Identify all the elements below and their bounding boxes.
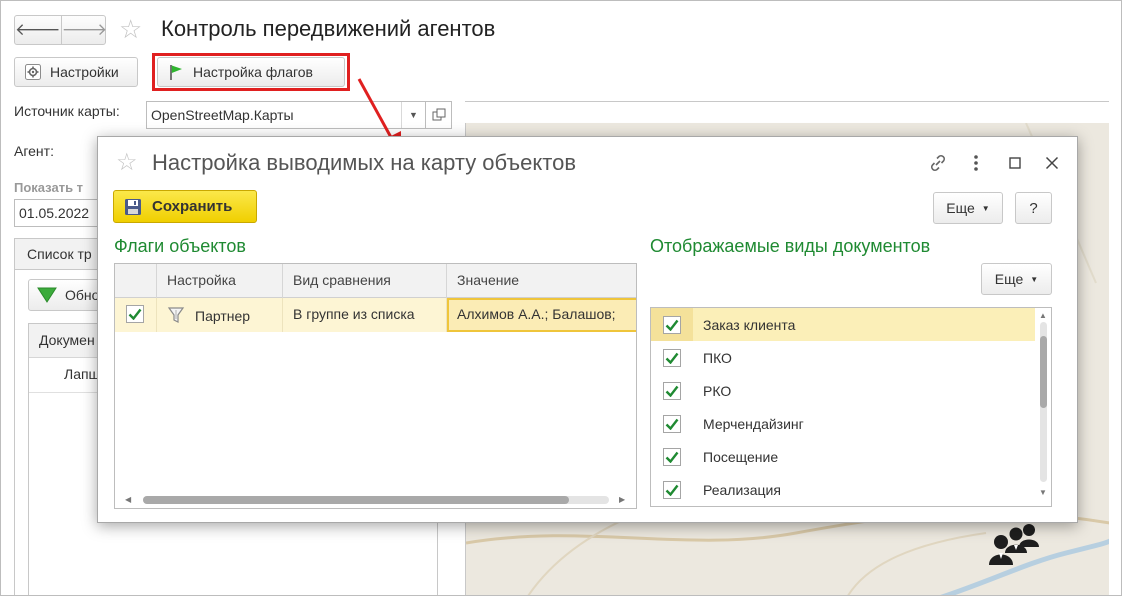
scroll-left-icon[interactable]: ◀: [125, 495, 131, 504]
flags-table: Настройка Вид сравнения Значение Партнер…: [114, 263, 637, 509]
doc-type-label: Заказ клиента: [703, 316, 796, 333]
horizontal-scrollbar[interactable]: ◀ ▶: [115, 490, 636, 508]
refresh-button-label: Обно: [65, 287, 100, 303]
table-row[interactable]: Партнер В группе из списка Алхимов А.А.;…: [115, 298, 636, 332]
forward-arrow-icon[interactable]: 🡒: [60, 16, 107, 44]
settings-button[interactable]: Настройки: [14, 57, 138, 87]
docs-more-button[interactable]: Еще ▼: [981, 263, 1052, 295]
agent-group-icon[interactable]: [987, 521, 1047, 574]
app-window: 🡐 🡒 ☆ Контроль передвижений агентов Наст…: [0, 0, 1122, 596]
row-checkbox[interactable]: [115, 298, 157, 332]
filter-icon: [167, 306, 185, 327]
save-button[interactable]: Сохранить: [113, 190, 257, 223]
checkmark-icon: [663, 348, 681, 367]
flags-table-header: Настройка Вид сравнения Значение: [115, 264, 636, 298]
agent-label: Агент:: [14, 143, 54, 159]
checkmark-icon: [663, 447, 681, 466]
doc-type-checkbox[interactable]: [651, 414, 693, 433]
doc-type-checkbox[interactable]: [651, 381, 693, 400]
list-item[interactable]: Реализация: [651, 473, 1035, 506]
map-source-value: OpenStreetMap.Карты: [151, 107, 294, 123]
checkmark-icon: [663, 480, 681, 499]
value-cell[interactable]: Алхимов А.А.; Балашов;: [447, 298, 636, 332]
doc-type-checkbox[interactable]: [651, 348, 693, 367]
favorite-star-icon[interactable]: ☆: [116, 151, 138, 175]
doc-type-checkbox[interactable]: [651, 447, 693, 466]
doc-type-label: Посещение: [703, 448, 779, 465]
back-arrow-icon[interactable]: 🡐: [15, 16, 61, 44]
column-header-value: Значение: [457, 272, 520, 288]
flags-section-title: Флаги объектов: [114, 236, 246, 256]
doc-type-label: Реализация: [703, 481, 781, 498]
column-header-comparison: Вид сравнения: [283, 264, 447, 298]
list-item[interactable]: Мерчендайзинг: [651, 407, 1035, 440]
doc-type-label: ПКО: [703, 349, 732, 366]
list-item[interactable]: РКО: [651, 374, 1035, 407]
setting-cell: Партнер: [157, 298, 283, 332]
comparison-cell: В группе из списка: [283, 298, 447, 332]
doc-types-list: Заказ клиента ПКО РКО Мерчендайзинг Посе…: [650, 307, 1052, 507]
list-item[interactable]: Заказ клиента: [651, 308, 1035, 341]
objects-settings-dialog: ☆ Настройка выводимых на карту объектов …: [97, 136, 1078, 523]
scroll-up-icon[interactable]: ▲: [1039, 311, 1047, 320]
more-button-label: Еще: [946, 200, 975, 216]
settings-button-label: Настройки: [50, 64, 119, 80]
chevron-down-icon: ▼: [1030, 274, 1039, 284]
docs-section-title: Отображаемые виды документов: [650, 236, 931, 256]
checkbox-column-header: [115, 264, 157, 298]
doc-type-label: РКО: [703, 382, 732, 399]
favorite-star-icon[interactable]: ☆: [119, 16, 142, 42]
list-item[interactable]: Посещение: [651, 440, 1035, 473]
vertical-scrollbar[interactable]: ▲ ▼: [1035, 308, 1051, 506]
list-item[interactable]: ПКО: [651, 341, 1035, 374]
refresh-funnel-icon: [37, 286, 57, 304]
more-vertical-icon[interactable]: [964, 151, 988, 175]
save-button-label: Сохранить: [152, 198, 233, 215]
doc-type-checkbox[interactable]: [651, 480, 693, 499]
column-header-setting: Настройка: [157, 264, 283, 298]
close-icon[interactable]: [1040, 151, 1064, 175]
highlight-frame: [152, 53, 350, 91]
checkmark-icon: [663, 315, 681, 334]
map-source-label: Источник карты:: [14, 103, 120, 119]
scroll-right-icon[interactable]: ▶: [619, 495, 625, 504]
checkmark-icon: [663, 381, 681, 400]
docs-more-button-label: Еще: [994, 271, 1024, 287]
dialog-title: Настройка выводимых на карту объектов: [152, 150, 577, 175]
page-title: Контроль передвижений агентов: [161, 16, 496, 41]
date-field[interactable]: 01.05.2022: [14, 199, 100, 227]
maximize-icon[interactable]: [1003, 151, 1027, 175]
show-label: Показать т: [14, 180, 84, 195]
more-button[interactable]: Еще ▼: [933, 192, 1003, 224]
map-border: [465, 101, 1109, 102]
scroll-down-icon[interactable]: ▼: [1039, 488, 1047, 497]
doc-type-checkbox[interactable]: [651, 308, 693, 341]
link-icon[interactable]: [926, 151, 950, 175]
open-icon[interactable]: [426, 101, 452, 129]
help-button[interactable]: ?: [1015, 192, 1052, 224]
checkmark-icon: [126, 305, 144, 323]
checkmark-icon: [663, 414, 681, 433]
doc-type-label: Мерчендайзинг: [703, 415, 804, 432]
gear-icon: [24, 63, 42, 81]
setting-value: Партнер: [195, 308, 251, 324]
navigation-buttons: 🡐 🡒: [14, 15, 107, 45]
floppy-disk-icon: [124, 198, 142, 216]
chevron-down-icon: ▼: [981, 203, 990, 213]
scrollbar-thumb[interactable]: [1040, 336, 1047, 408]
scrollbar-thumb[interactable]: [143, 496, 569, 504]
